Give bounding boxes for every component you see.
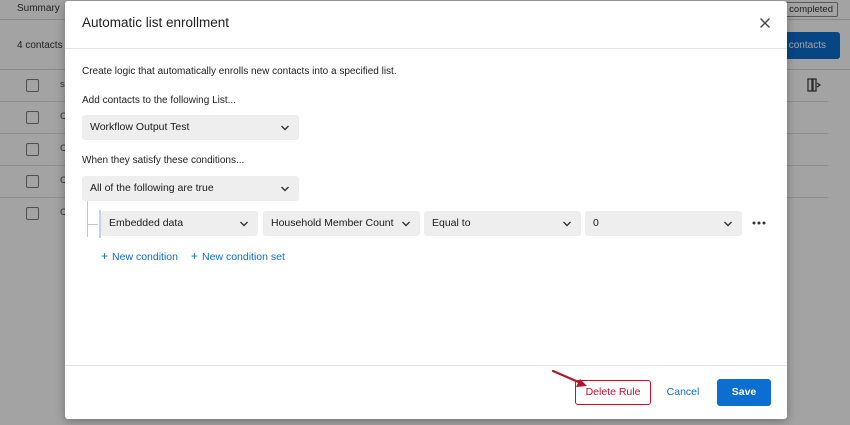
new-condition-set-link[interactable]: + New condition set xyxy=(191,249,285,263)
list-enrollment-modal: Automatic list enrollment Create logic t… xyxy=(65,1,787,419)
modal-description: Create logic that automatically enrolls … xyxy=(82,66,397,77)
conditions-label: When they satisfy these conditions... xyxy=(82,155,245,166)
field-type-select[interactable]: Embedded data xyxy=(101,211,258,236)
list-select-value: Workflow Output Test xyxy=(90,121,190,133)
operator-select[interactable]: Equal to xyxy=(424,211,581,236)
cancel-button[interactable]: Cancel xyxy=(659,380,707,405)
field-type-value: Embedded data xyxy=(109,217,184,229)
more-options-icon[interactable] xyxy=(751,216,767,230)
list-select[interactable]: Workflow Output Test xyxy=(82,115,299,140)
chevron-down-icon xyxy=(402,221,410,227)
new-condition-link[interactable]: + New condition xyxy=(101,249,178,263)
match-select-value: All of the following are true xyxy=(90,182,214,194)
field-name-select[interactable]: Household Member Count xyxy=(263,211,420,236)
chevron-down-icon xyxy=(240,221,248,227)
field-name-value: Household Member Count xyxy=(271,217,394,229)
list-label: Add contacts to the following List... xyxy=(82,95,236,106)
operator-value: Equal to xyxy=(432,217,471,229)
plus-icon: + xyxy=(191,249,199,263)
plus-icon: + xyxy=(101,249,109,263)
close-icon[interactable] xyxy=(757,15,773,31)
new-condition-label: New condition xyxy=(112,251,178,263)
modal-title: Automatic list enrollment xyxy=(82,15,230,30)
match-select[interactable]: All of the following are true xyxy=(82,176,299,201)
save-button[interactable]: Save xyxy=(717,379,771,406)
condition-value: 0 xyxy=(593,217,599,229)
tree-connector xyxy=(88,224,98,225)
condition-value-select[interactable]: 0 xyxy=(585,211,742,236)
chevron-down-icon xyxy=(563,221,571,227)
chevron-down-icon xyxy=(281,125,289,131)
delete-rule-button[interactable]: Delete Rule xyxy=(575,380,651,405)
new-condition-set-label: New condition set xyxy=(202,251,285,263)
tree-connector xyxy=(87,201,88,237)
footer-divider xyxy=(65,365,787,366)
modal-header: Automatic list enrollment xyxy=(65,1,787,49)
chevron-down-icon xyxy=(724,221,732,227)
chevron-down-icon xyxy=(281,186,289,192)
